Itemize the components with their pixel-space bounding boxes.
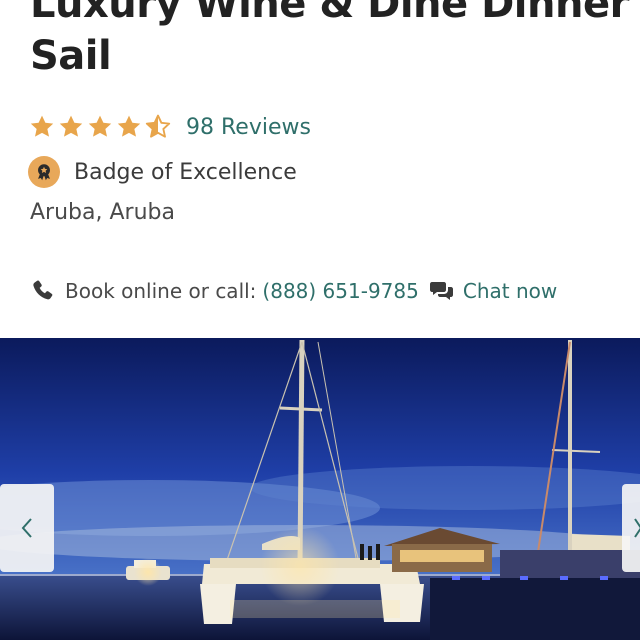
star-full-icon	[88, 115, 112, 137]
contact-row: Book online or call: (888) 651-9785 Chat…	[30, 274, 557, 308]
rating-row: 98 Reviews	[28, 110, 311, 144]
page-title: Luxury Wine & Dine Dinner Sail	[30, 0, 629, 79]
phone-number-link[interactable]: (888) 651-9785	[262, 279, 418, 303]
hero-photo	[0, 338, 640, 640]
star-half-icon	[145, 114, 171, 138]
location-text: Aruba, Aruba	[30, 200, 175, 225]
reviews-link[interactable]: 98 Reviews	[186, 115, 311, 140]
gallery-next-button[interactable]	[622, 484, 640, 572]
catamaran-night-photo	[0, 338, 640, 640]
chevron-left-icon	[21, 518, 32, 538]
book-online-label: Book online or call:	[65, 279, 257, 303]
award-badge-icon	[28, 156, 60, 188]
star-rating	[28, 113, 172, 141]
gallery-prev-button[interactable]	[0, 484, 54, 572]
star-full-icon	[59, 115, 83, 137]
star-full-icon	[30, 115, 54, 137]
chevron-right-icon	[634, 518, 640, 538]
star-full-icon	[117, 115, 141, 137]
badge-row: Badge of Excellence	[28, 154, 297, 190]
phone-icon	[33, 280, 53, 300]
chat-now-link[interactable]: Chat now	[463, 279, 557, 303]
chat-bubbles-icon[interactable]	[429, 278, 455, 304]
badge-label: Badge of Excellence	[74, 159, 297, 185]
